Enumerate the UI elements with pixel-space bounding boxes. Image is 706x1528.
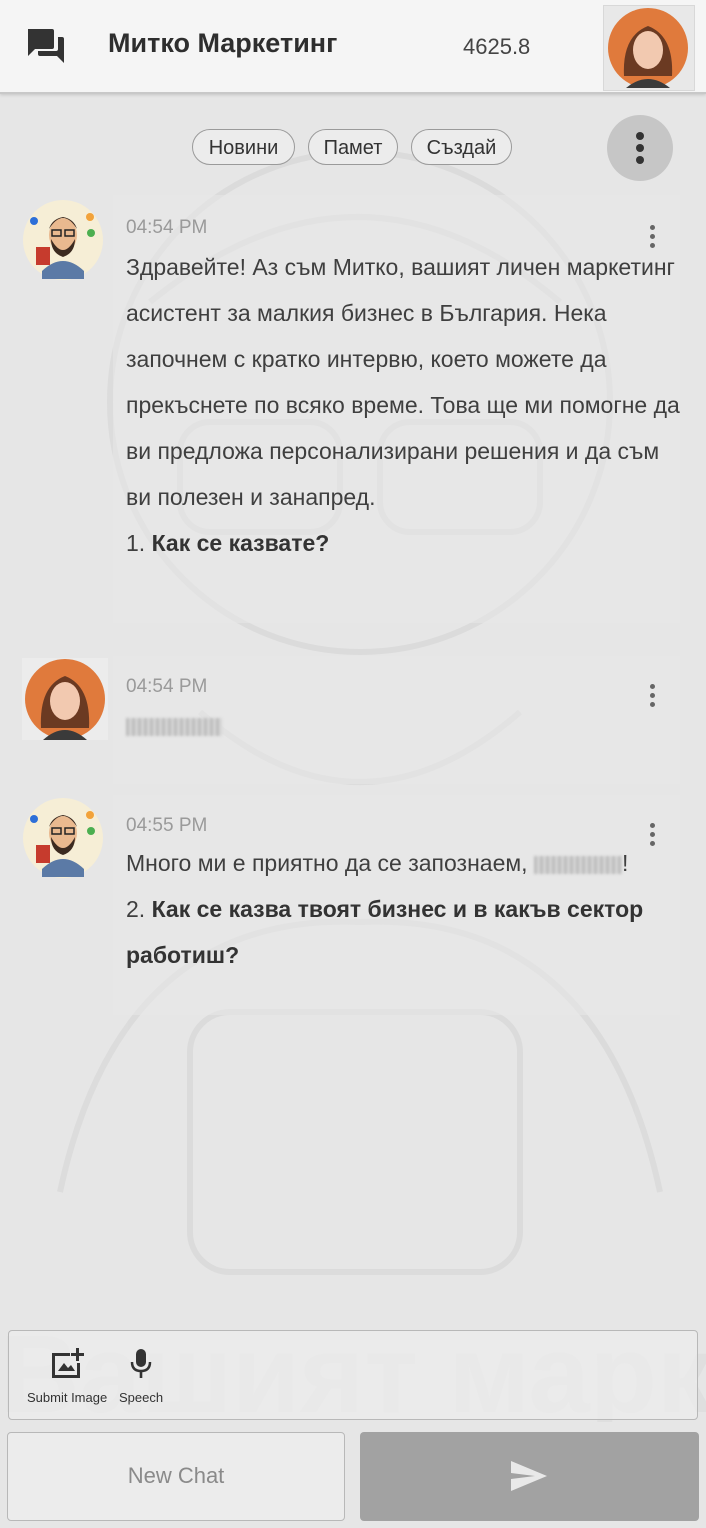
create-chip[interactable]: Създай [411,129,512,165]
send-button[interactable] [360,1432,699,1521]
send-icon [511,1461,547,1491]
assistant-avatar [22,199,110,281]
news-chip[interactable]: Новини [192,129,295,165]
add-image-icon [52,1348,84,1378]
message-text: Здравейте! Аз съм Митко, вашият личен ма… [126,254,680,556]
user-avatar[interactable] [603,5,695,91]
input-tools-panel: Submit Image Speech [8,1330,698,1420]
message-text: Много ми е приятно да се запознаем, ! 2.… [126,850,644,968]
submit-image-label: Submit Image [27,1390,108,1405]
assistant-avatar [22,797,110,879]
more-options-button[interactable] [607,115,673,181]
question-text: Как се казва твоят бизнес и в какъв сект… [126,896,644,968]
redacted-name [533,855,622,874]
chat-bubbles-icon[interactable] [26,27,66,65]
question-text: Как се казвате? [151,530,330,556]
submit-image-button[interactable]: Submit Image [27,1347,107,1405]
memory-chip[interactable]: Памет [308,129,398,165]
message-text [126,702,681,748]
app-header: Митко Маркетинг 4625.8 [0,0,706,94]
user-avatar [22,658,110,740]
credits-counter: 4625.8 [463,34,531,59]
more-vert-icon [636,132,644,140]
new-chat-button[interactable]: New Chat [7,1432,345,1521]
redacted-name [126,717,222,736]
message-time: 04:54 PM [126,217,208,238]
page-title: Митко Маркетинг [108,28,338,58]
speech-button[interactable]: Speech [113,1347,169,1405]
message-time: 04:55 PM [126,815,208,836]
speech-label: Speech [118,1390,164,1405]
message-time: 04:54 PM [126,676,208,697]
microphone-icon [130,1349,152,1378]
